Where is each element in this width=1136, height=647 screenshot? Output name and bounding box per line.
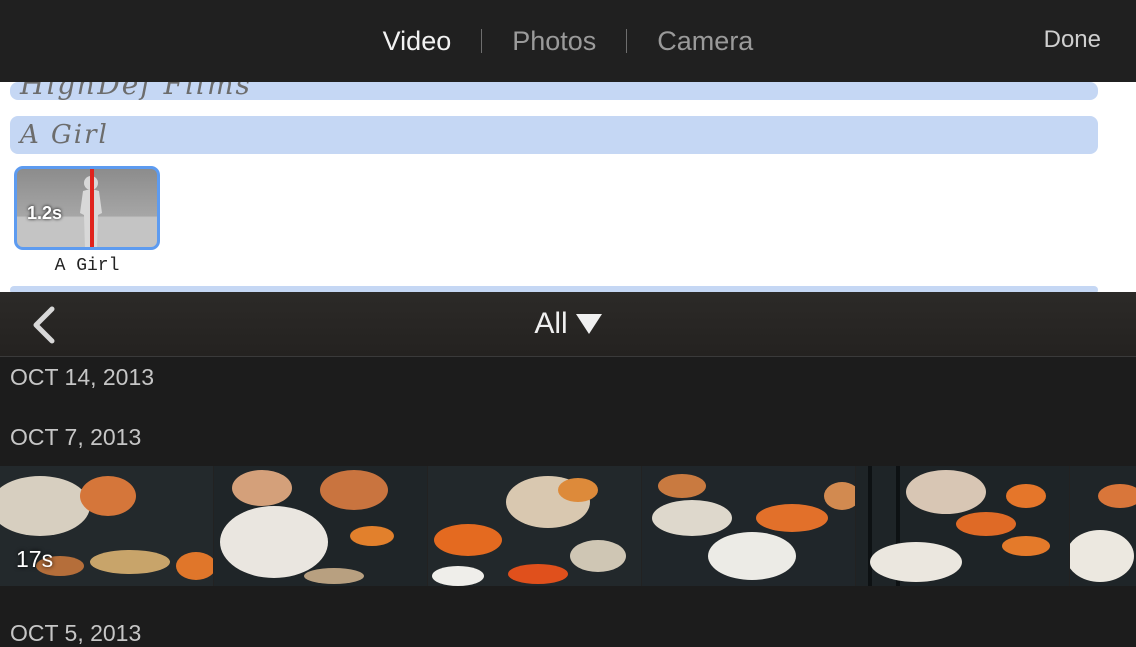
tab-photos[interactable]: Photos [482,26,626,57]
storyboard-clip[interactable]: 1.2s [14,166,160,250]
source-tabs: Video Photos Camera [0,0,1136,82]
clip-thumbnail [428,466,642,586]
date-header: OCT 5, 2013 [10,620,142,646]
clip-thumbnail [214,466,428,586]
clip-thumbnail [1070,466,1136,586]
storyboard-panel: HighDef Films A Girl 1.2s A Girl [0,82,1136,292]
top-bar: Video Photos Camera Done [0,0,1136,82]
clip-duration: 1.2s [27,203,63,223]
tab-video[interactable]: Video [353,26,482,57]
date-header: OCT 14, 2013 [10,364,155,390]
clip-duration: 17s [16,546,54,572]
triangle-down-icon [575,314,602,334]
storyboard-title: HighDef Films [20,82,252,101]
subtitle-highlight [10,116,1098,154]
browser-toolbar: All [0,292,1136,357]
clip-name-label: A Girl [54,256,120,276]
tab-camera[interactable]: Camera [627,26,783,57]
filter-label: All [534,307,568,340]
filter-dropdown[interactable]: All [0,292,1136,356]
storyboard-subtitle: A Girl [20,120,109,150]
date-header: OCT 7, 2013 [10,424,142,450]
video-clip-filmstrip[interactable] [0,466,1136,586]
clip-thumbnail [856,466,1070,586]
playhead-marker [90,169,94,247]
done-button[interactable]: Done [1044,26,1101,54]
clip-thumbnail [642,466,856,586]
